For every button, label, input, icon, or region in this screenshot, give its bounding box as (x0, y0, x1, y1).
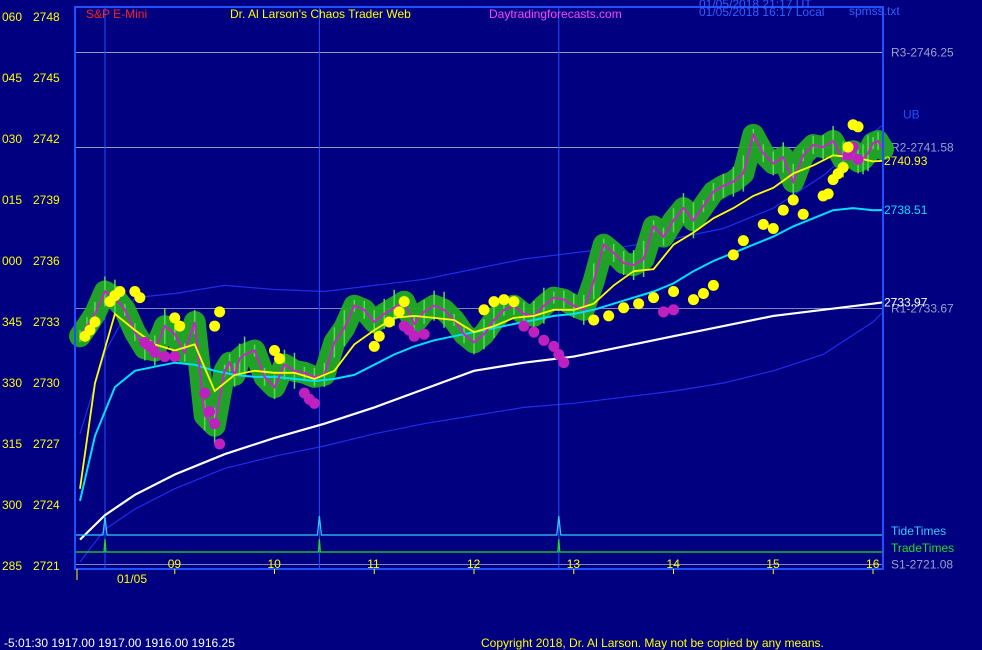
yellow-dot (737, 235, 749, 247)
yellow-dot (89, 316, 101, 328)
yellow-dot (822, 188, 834, 200)
y-tick-left: 315 (2, 437, 22, 451)
y-tick-price: 2748 (33, 10, 60, 24)
instrument-title: S&P E-Mini (86, 7, 147, 21)
yellow-dot (398, 296, 410, 308)
yellow-dot (687, 294, 699, 306)
yellow-dot (134, 292, 146, 304)
site-title: Dr. Al Larson's Chaos Trader Web (230, 7, 411, 21)
right-value-label: UB (903, 108, 920, 122)
magenta-dot (209, 418, 221, 430)
yellow-dot (777, 204, 789, 216)
site-link[interactable]: Daytradingforecasts.com (489, 7, 622, 21)
yellow-dot (393, 306, 405, 318)
right-value-label: 2733.97 (884, 295, 928, 309)
yellow-dot (478, 304, 490, 316)
yellow-dot (697, 288, 709, 300)
yellow-dot (588, 314, 600, 326)
magenta-dot (538, 334, 550, 346)
magenta-dot (558, 357, 570, 369)
right-value-label: 2740.93 (884, 154, 928, 168)
timestamp-local: 01/05/2018 16:17 Local (699, 5, 824, 19)
y-tick-left: 015 (2, 193, 22, 207)
y-tick-left: 300 (2, 498, 22, 512)
y-tick-price: 2739 (33, 193, 60, 207)
x-tick-label: 09 (168, 557, 182, 571)
y-tick-left: 000 (2, 254, 22, 268)
yellow-dot (633, 298, 645, 310)
magenta-dot (518, 320, 530, 332)
magenta-dot (159, 351, 171, 363)
tide-times-label: TideTimes (891, 524, 946, 538)
yellow-dot (727, 249, 739, 261)
y-tick-left: 330 (2, 376, 22, 390)
yellow-dot (757, 218, 769, 230)
magenta-dot (408, 330, 420, 342)
magenta-dot (204, 405, 216, 417)
data-file: spmss.txt (849, 4, 900, 18)
yellow-dot (209, 320, 221, 332)
y-tick-price: 2742 (33, 132, 60, 146)
yellow-dot (214, 306, 226, 318)
yellow-dot (368, 340, 380, 352)
right-value-label: 2738.51 (884, 203, 928, 217)
yellow-dot (787, 194, 799, 206)
magenta-dot (149, 347, 161, 358)
x-tick-label: 15 (766, 557, 780, 571)
y-tick-left: 045 (2, 71, 22, 85)
magenta-dot (169, 351, 181, 363)
y-tick-price: 2733 (33, 315, 60, 329)
y-tick-price: 2721 (33, 559, 60, 573)
magenta-dot (852, 153, 864, 165)
yellow-dot (707, 279, 719, 291)
y-tick-price: 2730 (33, 376, 60, 390)
x-tick-label: 14 (667, 557, 681, 571)
yellow-dot (852, 121, 864, 133)
magenta-dot (668, 304, 680, 316)
magenta-dot (418, 328, 430, 340)
yellow-dot (174, 320, 186, 332)
x-tick-label: 16 (866, 557, 880, 571)
level-label: S1-2721.08 (891, 557, 953, 571)
magenta-dot (214, 438, 226, 450)
y-tick-price: 2736 (33, 254, 60, 268)
yellow-dot (618, 302, 630, 314)
yellow-dot (373, 330, 385, 342)
y-tick-price: 2727 (33, 437, 60, 451)
yellow-dot (837, 161, 849, 173)
x-date-label: 01/05 (117, 572, 147, 586)
magenta-dot (528, 326, 540, 338)
magenta-dot (199, 387, 211, 399)
yellow-dot (603, 310, 615, 322)
yellow-dot (668, 286, 680, 297)
x-tick-label: 12 (467, 557, 481, 571)
y-tick-left: 060 (2, 10, 22, 24)
magenta-dot (308, 397, 320, 409)
x-tick-label: 11 (367, 557, 380, 571)
y-tick-price: 2724 (33, 498, 60, 512)
yellow-dot (383, 316, 395, 328)
yellow-dot (498, 294, 510, 306)
yellow-dot (648, 292, 660, 304)
yellow-dot (767, 222, 779, 234)
yellow-dot (114, 286, 126, 297)
quote-readout: -5:01:30 1917.00 1917.00 1916.00 1916.25 (4, 636, 235, 650)
price-chart: R3-2746.25R2-2741.58R1-2733.67S1-2721.08… (0, 0, 982, 650)
copyright: Copyright 2018, Dr. Al Larson. May not b… (481, 636, 824, 650)
level-label: R3-2746.25 (891, 46, 954, 60)
x-tick-label: 13 (567, 557, 581, 571)
y-tick-left: 285 (2, 559, 22, 573)
yellow-dot (488, 296, 500, 308)
yellow-dot (508, 296, 520, 308)
level-label: R2-2741.58 (891, 141, 954, 155)
x-tick-label: 10 (268, 557, 282, 571)
y-tick-left: 345 (2, 315, 22, 329)
magenta-dot (658, 306, 670, 318)
yellow-dot (797, 208, 809, 220)
yellow-dot (842, 141, 854, 153)
y-tick-price: 2745 (33, 71, 60, 85)
yellow-dot (273, 353, 285, 365)
y-tick-left: 030 (2, 132, 22, 146)
trade-times-label: TradeTimes (891, 541, 954, 555)
